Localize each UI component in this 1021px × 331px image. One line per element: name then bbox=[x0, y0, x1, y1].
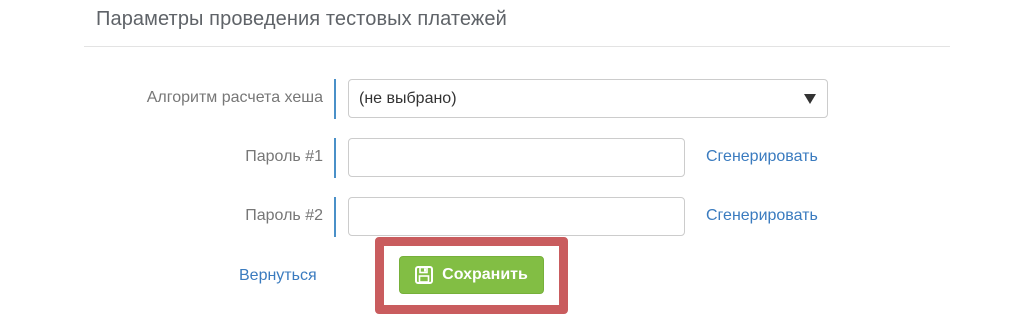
hash-algorithm-label-bar bbox=[334, 79, 336, 119]
save-button-label: Сохранить bbox=[442, 266, 528, 283]
password2-generate-link[interactable]: Сгенерировать bbox=[706, 207, 818, 225]
hash-algorithm-selected-value: (не выбрано) bbox=[359, 89, 457, 107]
hash-algorithm-select[interactable]: (не выбрано) bbox=[348, 79, 828, 118]
password1-input[interactable] bbox=[348, 138, 685, 177]
password1-label: Пароль #1 bbox=[245, 148, 323, 165]
back-link[interactable]: Вернуться bbox=[239, 267, 317, 285]
section-divider bbox=[84, 46, 950, 47]
password2-label-bar bbox=[334, 197, 336, 237]
payment-test-settings-page: Параметры проведения тестовых платежей А… bbox=[0, 0, 1021, 331]
dropdown-arrow-icon bbox=[804, 93, 816, 104]
save-button[interactable]: Сохранить bbox=[399, 256, 544, 294]
floppy-disk-icon bbox=[415, 266, 434, 284]
hash-algorithm-label: Алгоритм расчета хеша bbox=[146, 89, 323, 106]
password1-generate-link[interactable]: Сгенерировать bbox=[706, 148, 818, 166]
section-title: Параметры проведения тестовых платежей bbox=[96, 8, 507, 30]
password1-label-bar bbox=[334, 138, 336, 178]
password2-input[interactable] bbox=[348, 197, 685, 236]
password2-label: Пароль #2 bbox=[245, 207, 323, 224]
